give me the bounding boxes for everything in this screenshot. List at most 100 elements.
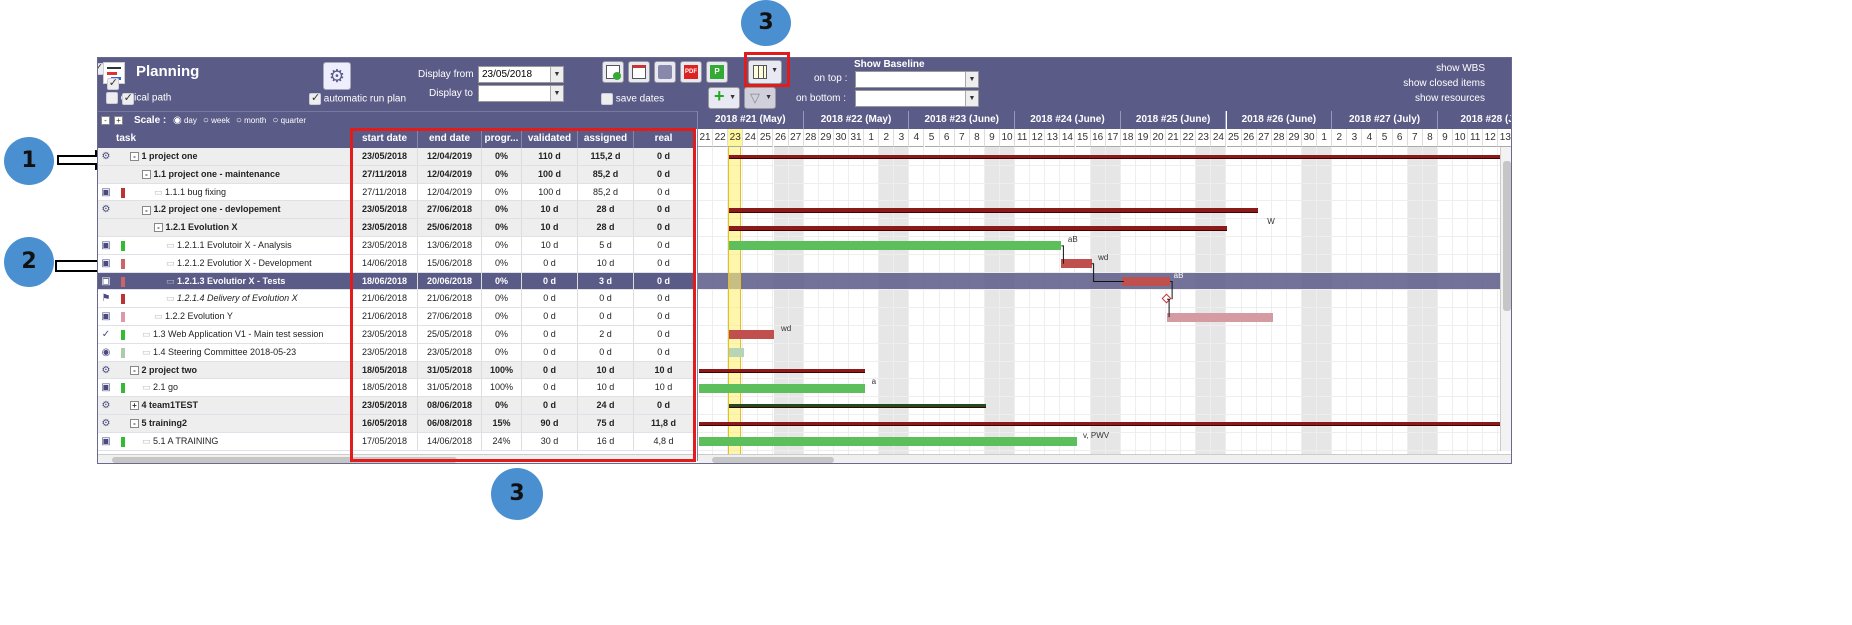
task-type-icon: ▣ (101, 240, 111, 251)
scale-option-1[interactable]: ○ week (203, 115, 230, 126)
show-resources-checkbox[interactable] (121, 91, 134, 105)
run-plan-icon[interactable]: ⚙ (323, 62, 351, 90)
display-to-dropdown-icon[interactable]: ▼ (550, 86, 563, 101)
task-name-cell[interactable]: + 4 team1TEST (128, 397, 352, 414)
task-name: 1.2.2 Evolution Y (165, 311, 233, 322)
print-icon[interactable] (654, 61, 676, 83)
task-type-icon: ▣ (101, 382, 111, 394)
automatic-run-plan-toggle[interactable]: automatic run plan (309, 91, 407, 105)
page-title: Planning (136, 63, 200, 80)
gantt-chart: 2018 #21 (May) 2018 #22 (May) 2018 #23 (Ju… (697, 111, 1511, 461)
task-name-cell[interactable]: - 2 project two (128, 362, 352, 379)
show-resources-label: show resources (1414, 93, 1485, 104)
task-type-icon: ⚙ (101, 204, 111, 216)
expand-all-icon[interactable]: + (114, 116, 123, 125)
task-type-icon: ⚙ (101, 151, 111, 162)
save-dates-checkbox[interactable] (601, 93, 613, 105)
critical-path-toggle[interactable]: critical path (106, 92, 171, 104)
automatic-run-plan-label: automatic run plan (323, 93, 407, 105)
leaf-icon: ▭ (142, 435, 154, 446)
baseline-on-bottom-dropdown-icon[interactable]: ▼ (965, 91, 978, 106)
task-name-cell[interactable]: ▭ 1.3 Web Application V1 - Main test ses… (140, 326, 352, 343)
task-type-icon: ▣ (101, 257, 111, 269)
show-wbs-label: show WBS (1436, 63, 1485, 74)
filter-icon[interactable]: ▽ ▼ (744, 87, 776, 109)
dependency-links (1061, 245, 1173, 318)
expand-icon[interactable]: + (130, 401, 139, 411)
show-baseline-label: Show Baseline (854, 59, 925, 70)
task-color-marker (121, 187, 125, 198)
scale-option-2[interactable]: ○ month (236, 115, 267, 126)
task-name: 1.2.1.3 Evolutior X - Tests (177, 275, 286, 286)
display-from-dropdown-icon[interactable]: ▼ (550, 67, 563, 82)
scale-option-label: month (244, 116, 267, 125)
display-to-input[interactable]: ▼ (478, 85, 564, 102)
task-name-cell[interactable]: ▭ 1.2.1.4 Delivery of Evolution X (164, 290, 352, 307)
radio-icon[interactable]: ○ (272, 115, 278, 126)
radio-icon[interactable]: ○ (203, 115, 209, 126)
scale-option-label: quarter (280, 116, 306, 125)
task-name-cell[interactable]: - 1.1 project one - maintenance (140, 166, 352, 183)
task-name: 1 project one (141, 151, 198, 161)
automatic-run-plan-checkbox[interactable] (309, 91, 321, 105)
task-type-icon: ▣ (101, 311, 111, 323)
validate-planning-icon[interactable] (602, 61, 624, 83)
task-name-cell[interactable]: - 1.2 project one - devlopement (140, 201, 352, 218)
task-name: 2 project two (141, 364, 198, 375)
collapse-icon[interactable]: - (130, 365, 139, 375)
task-type-icon: ▣ (101, 186, 111, 198)
task-name-cell[interactable]: ▭ 5.1 A TRAINING (140, 433, 352, 450)
task-name-cell[interactable]: ▭ 1.2.2 Evolution Y (152, 308, 352, 325)
collapse-icon[interactable]: - (154, 223, 163, 233)
collapse-icon[interactable]: - (130, 419, 139, 429)
display-from-label: Display from (418, 69, 474, 80)
task-name-cell[interactable]: ▭ 1.2.1.3 Evolutior X - Tests (164, 273, 352, 290)
save-dates-toggle[interactable]: save dates (601, 93, 664, 105)
scale-option-3[interactable]: ○ quarter (272, 115, 306, 126)
baseline-on-bottom-select[interactable]: ▼ (855, 90, 979, 107)
task-name-cell[interactable]: - 1 project one (128, 148, 352, 165)
collapse-icon[interactable]: - (142, 205, 151, 215)
export-project-icon[interactable]: P (706, 61, 728, 83)
task-name-cell[interactable]: ▭ 1.1.1 bug fixing (152, 184, 352, 201)
task-name: 2.1 go (153, 382, 179, 393)
task-name: 1.2.1.2 Evolutior X - Development (177, 257, 312, 268)
baseline-on-top-select[interactable]: ▼ (855, 71, 979, 88)
show-wbs-checkbox[interactable] (98, 61, 104, 75)
scale-option-0[interactable]: ◉ day (173, 115, 197, 126)
show-closed-items-checkbox[interactable] (106, 76, 119, 90)
collapse-all-icon[interactable]: - (101, 116, 110, 125)
task-name: 5.1 A TRAINING (153, 435, 219, 446)
task-type-icon (100, 168, 112, 181)
collapse-icon[interactable]: - (142, 169, 151, 179)
calendar-icon[interactable] (628, 61, 650, 83)
task-name-cell[interactable]: ▭ 1.2.1.1 Evolutoir X - Analysis (164, 237, 352, 254)
task-name-cell[interactable]: - 1.2.1 Evolution X (152, 219, 352, 236)
task-type-icon: ▣ (101, 275, 111, 287)
task-name-cell[interactable]: ▭ 1.4 Steering Committee 2018-05-23 (140, 344, 352, 361)
callout-3-top: 3 (741, 0, 791, 46)
col-header-task[interactable]: task (98, 129, 352, 148)
task-name: 5 training2 (141, 418, 188, 428)
gantt-vscroll[interactable] (1500, 147, 1511, 451)
gantt-vscroll-thumb[interactable] (1503, 161, 1511, 311)
collapse-icon[interactable]: - (130, 152, 139, 162)
task-name-cell[interactable]: ▭ 2.1 go (140, 379, 352, 396)
task-name-cell[interactable]: - 5 training2 (128, 415, 352, 432)
pdf-icon[interactable]: PDF (680, 61, 702, 83)
baseline-on-top-dropdown-icon[interactable]: ▼ (965, 72, 978, 87)
task-color-marker (121, 294, 125, 305)
scale-options: ◉ day ○ week ○ month ○ quarter (173, 115, 312, 126)
radio-icon[interactable]: ○ (236, 115, 242, 126)
radio-icon[interactable]: ◉ (173, 115, 182, 126)
display-from-input[interactable]: 23/05/2018 ▼ (478, 66, 564, 83)
add-item-icon[interactable]: + ▼ (708, 86, 740, 109)
task-color-marker (121, 258, 125, 269)
critical-path-checkbox[interactable] (106, 92, 118, 104)
task-name-cell[interactable]: ▭ 1.2.1.2 Evolutior X - Development (164, 255, 352, 272)
task-color-marker (121, 436, 125, 447)
task-type-icon: ⚙ (101, 364, 111, 376)
gantt-hscroll[interactable] (698, 454, 1511, 463)
scale-option-label: day (183, 116, 197, 125)
gantt-hscroll-thumb[interactable] (712, 457, 834, 463)
